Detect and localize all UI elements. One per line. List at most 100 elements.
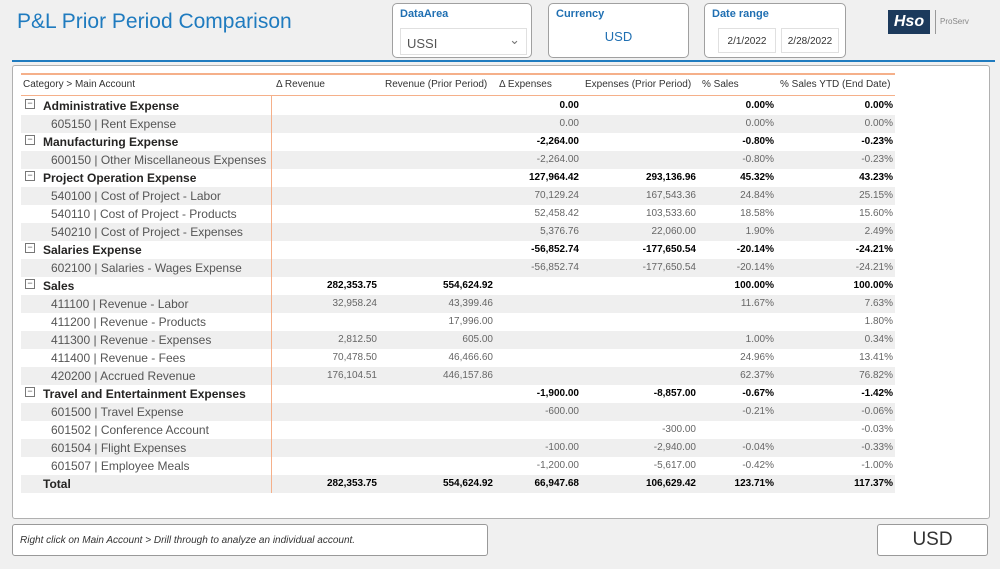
date-range-slicer: Date range 2/1/2022 2/28/2022 [704,3,846,58]
cell-value: 62.37% [740,370,774,381]
account-row[interactable]: 601500 | Travel Expense -600.00 -0.21% -0.0… [21,403,895,421]
total-row[interactable]: Total 282,353.75 554,624.92 66,947.68 106,62… [21,475,895,493]
currency-card: Currency USD [548,3,689,58]
account-row[interactable]: 540210 | Cost of Project - Expenses 5,376… [21,223,895,241]
cell-value: 66,947.68 [534,478,580,489]
cell-value: -0.42% [742,460,774,471]
date-range-label: Date range [712,8,769,20]
account-row[interactable]: 601507 | Employee Meals -1,200.00 -5,617.0… [21,457,895,475]
cell-value: -56,852.74 [531,244,579,255]
account-row[interactable]: 602100 | Salaries - Wages Expense -56,852… [21,259,895,277]
cell-value: -0.06% [861,406,893,417]
collapse-icon[interactable]: − [25,99,35,109]
cell-value: -100.00 [545,442,579,453]
account-row[interactable]: 411100 | Revenue - Labor 32,958.24 43,399.… [21,295,895,313]
cell-value: 282,353.75 [326,478,377,489]
account-row[interactable]: 601504 | Flight Expenses -100.00 -2,940.00… [21,439,895,457]
cell-value: 43,399.46 [448,298,494,309]
account-row[interactable]: 420200 | Accrued Revenue 176,104.51 446,15… [21,367,895,385]
account-row[interactable]: 600150 | Other Miscellaneous Expenses -2,… [21,151,895,169]
row-label: 605150 | Rent Expense [51,117,177,131]
dataarea-slicer: DataArea USSI ⌄ [392,3,532,58]
page-title: P&L Prior Period Comparison [17,10,292,33]
cell-value: -24.21% [855,262,893,273]
cell-value: 11.67% [740,298,774,309]
cell-value: -0.03% [861,424,893,435]
cell-value: 70,129.24 [534,190,580,201]
col-delta-revenue[interactable]: Δ Revenue [276,79,325,90]
collapse-icon[interactable]: − [25,171,35,181]
cell-value: 13.41% [859,352,893,363]
row-label: 540100 | Cost of Project - Labor [51,189,221,203]
cell-value: 45.32% [740,172,774,183]
category-row[interactable]: − Manufacturing Expense -2,264.00 -0.80% -0.… [21,133,895,151]
cell-value: -56,852.74 [531,262,579,273]
col-revenue-prior[interactable]: Revenue (Prior Period) [385,79,487,90]
cell-value: 76.82% [859,370,893,381]
col-pct-sales[interactable]: % Sales [702,79,739,90]
dataarea-dropdown[interactable]: USSI ⌄ [400,28,527,55]
cell-value: 100.00% [734,280,774,291]
row-label: Sales [43,279,75,293]
cell-value: -0.21% [742,406,774,417]
cell-value: 22,060.00 [651,226,697,237]
cell-value: 46,466.60 [448,352,494,363]
account-row[interactable]: 411400 | Revenue - Fees 70,478.50 46,466.6… [21,349,895,367]
cell-value: 17,996.00 [448,316,494,327]
cell-value: -24.21% [855,244,893,255]
account-row[interactable]: 540100 | Cost of Project - Labor 70,129.2… [21,187,895,205]
row-label: 411100 | Revenue - Labor [51,297,189,311]
category-row[interactable]: − Sales 282,353.75 554,624.92 100.00% 100.00% [21,277,895,295]
cell-value: 18.58% [740,208,774,219]
cell-value: -5,617.00 [653,460,696,471]
cell-value: 0.00 [559,100,579,111]
cell-value: -300.00 [662,424,696,435]
collapse-icon[interactable]: − [25,387,35,397]
row-label: 411400 | Revenue - Fees [51,351,186,365]
cell-value: 0.00% [745,118,774,129]
account-row[interactable]: 605150 | Rent Expense 0.00 0.00% 0.00% [21,115,895,133]
cell-value: 70,478.50 [332,352,378,363]
cell-value: -1.00% [861,460,893,471]
col-expenses-prior[interactable]: Expenses (Prior Period) [585,79,691,90]
cell-value: 0.00 [559,118,579,129]
cell-value: 1.00% [745,334,774,345]
cell-value: 0.00% [745,100,774,111]
cell-value: 282,353.75 [326,280,377,291]
cell-value: -0.67% [742,388,774,399]
cell-value: 0.00% [864,118,893,129]
collapse-icon[interactable]: − [25,135,35,145]
cell-value: 554,624.92 [442,280,493,291]
cell-value: 2.49% [864,226,893,237]
table-header: Category > Main Account Δ Revenue Revenu… [21,73,895,96]
account-row[interactable]: 411300 | Revenue - Expenses 2,812.50 605.0… [21,331,895,349]
date-end-input[interactable]: 2/28/2022 [781,28,839,53]
cell-value: -177,650.54 [642,244,696,255]
account-row[interactable]: 411200 | Revenue - Products 17,996.00 1.80… [21,313,895,331]
cell-value: 127,964.42 [528,172,579,183]
row-label: Salaries Expense [43,243,142,257]
cell-value: -0.23% [861,154,893,165]
category-row[interactable]: − Administrative Expense 0.00 0.00% 0.00% [21,97,895,115]
category-row[interactable]: − Salaries Expense -56,852.74 -177,650.54 -2… [21,241,895,259]
col-category[interactable]: Category > Main Account [23,79,135,90]
cell-value: -2,264.00 [536,136,579,147]
cell-value: 43.23% [859,172,893,183]
account-row[interactable]: 540110 | Cost of Project - Products 52,45… [21,205,895,223]
collapse-icon[interactable]: − [25,279,35,289]
collapse-icon[interactable]: − [25,243,35,253]
cell-value: 15.60% [859,208,893,219]
cell-value: 32,958.24 [332,298,378,309]
col-delta-expenses[interactable]: Δ Expenses [499,79,552,90]
dataarea-label: DataArea [400,8,449,20]
cell-value: -20.14% [736,262,774,273]
category-row[interactable]: − Project Operation Expense 127,964.42 293,… [21,169,895,187]
cell-value: -0.80% [742,154,774,165]
date-start-input[interactable]: 2/1/2022 [718,28,776,53]
category-row[interactable]: − Travel and Entertainment Expenses -1,900… [21,385,895,403]
dataarea-value: USSI [407,36,438,51]
account-row[interactable]: 601502 | Conference Account -300.00 -0.03% [21,421,895,439]
col-pct-sales-ytd[interactable]: % Sales YTD (End Date) [780,79,890,90]
cell-value: 446,157.86 [442,370,493,381]
row-label: 602100 | Salaries - Wages Expense [51,261,242,275]
